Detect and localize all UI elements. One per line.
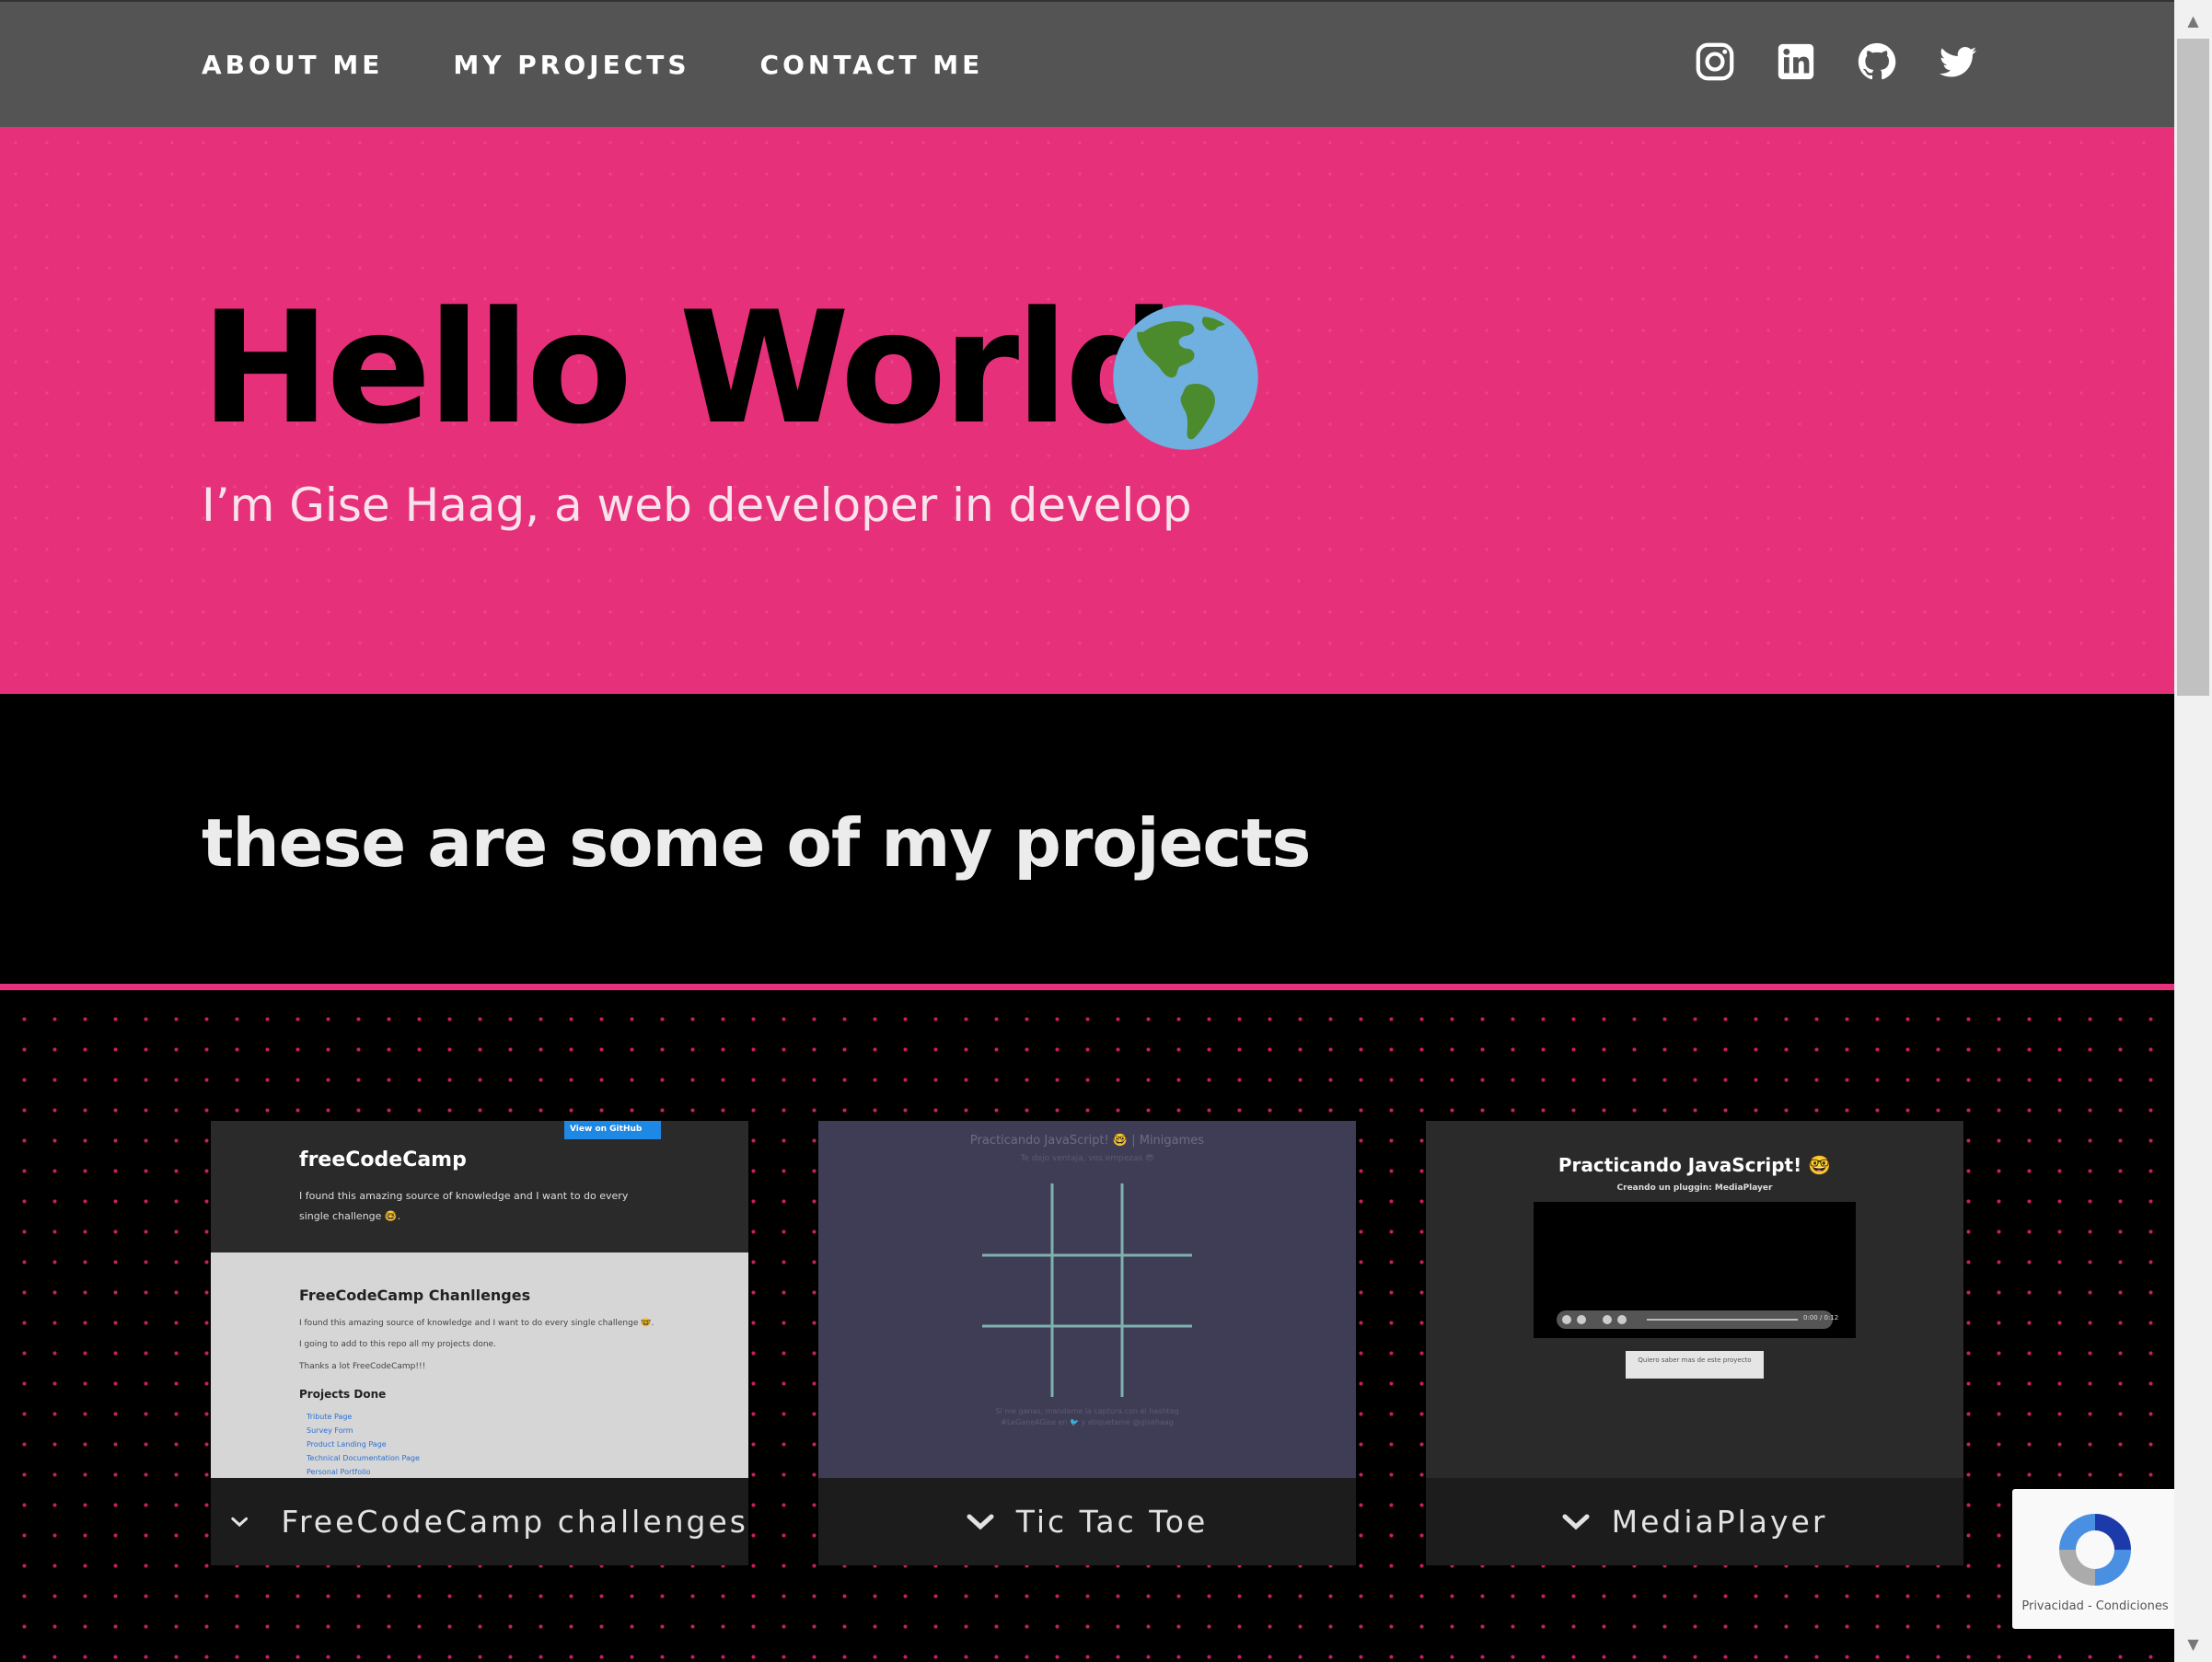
projects-grid: View on GitHub freeCodeCamp I found this… bbox=[0, 997, 2174, 1662]
card-footer: FreeCodeCamp challenges bbox=[211, 1478, 748, 1565]
thumb-paragraph: I found this amazing source of knowledge… bbox=[299, 1319, 654, 1328]
globe-americas-icon bbox=[1113, 305, 1258, 450]
chevron-down-icon[interactable] bbox=[967, 1513, 994, 1531]
portfolio-page: ABOUT ME MY PROJECTS CONTACT ME Hello Wo… bbox=[0, 0, 2212, 1662]
thumb-button: Quiero saber mas de este proyecto bbox=[1626, 1351, 1764, 1379]
video-controls: 0:00 / 0:12 bbox=[1557, 1310, 1838, 1329]
projects-title: these are some of my projects bbox=[202, 804, 1311, 882]
thumb-footer-line: #LeGaneAGise en 🐦 y etiquetame @gisehaag bbox=[1001, 1418, 1174, 1426]
view-on-github-badge: View on GitHub bbox=[564, 1121, 661, 1139]
thumb-paragraph: Thanks a lot FreeCodeCamp!!! bbox=[299, 1362, 426, 1371]
list-item: Personal Portfolio bbox=[307, 1468, 371, 1476]
thumb-description: I found this amazing source of knowledge… bbox=[299, 1190, 629, 1222]
scrollbar[interactable]: ▲ ▼ bbox=[2174, 0, 2212, 1662]
project-card-tic-tac-toe[interactable]: Practicando JavaScript! 🤓 | Minigames Te… bbox=[818, 1121, 1356, 1565]
nav-link-about-me[interactable]: ABOUT ME bbox=[202, 50, 383, 80]
recaptcha-icon bbox=[2059, 1514, 2131, 1586]
thumb-subtitle: Creando un pluggin: MediaPlayer bbox=[1616, 1183, 1773, 1193]
card-footer: MediaPlayer bbox=[1426, 1478, 1963, 1565]
top-nav: ABOUT ME MY PROJECTS CONTACT ME bbox=[0, 0, 2174, 127]
nav-link-my-projects[interactable]: MY PROJECTS bbox=[453, 50, 689, 80]
list-item: Survey Form bbox=[307, 1426, 353, 1435]
thumb-list-heading: Projects Done bbox=[299, 1388, 387, 1401]
forward-icon bbox=[1617, 1315, 1627, 1324]
chevron-down-icon[interactable] bbox=[1562, 1513, 1590, 1531]
scroll-down-icon[interactable]: ▼ bbox=[2174, 1625, 2212, 1662]
twitter-icon[interactable] bbox=[1937, 40, 1979, 83]
tic-tac-toe-board bbox=[982, 1183, 1192, 1397]
social-links bbox=[1694, 40, 1979, 83]
list-item: Technical Documentation Page bbox=[307, 1454, 420, 1462]
projects-header: these are some of my projects bbox=[0, 694, 2174, 990]
thumb-title: freeCodeCamp bbox=[299, 1148, 467, 1171]
chevron-down-icon[interactable] bbox=[231, 1513, 249, 1531]
thumb-footer-line: Si me ganas, mandame la captura con el h… bbox=[995, 1407, 1179, 1415]
thumb-title: Practicando JavaScript! 🤓 bbox=[1558, 1154, 1832, 1176]
thumb-paragraph: I going to add to this repo all my proje… bbox=[299, 1340, 496, 1349]
card-label: Tic Tac Toe bbox=[1015, 1504, 1209, 1540]
project-thumbnail: View on GitHub freeCodeCamp I found this… bbox=[211, 1121, 748, 1478]
project-thumbnail: Practicando JavaScript! 🤓 | Minigames Te… bbox=[818, 1121, 1356, 1478]
thumb-footer: Si me ganas, mandame la captura con el h… bbox=[818, 1406, 1356, 1428]
play-icon bbox=[1562, 1315, 1571, 1324]
scroll-up-icon[interactable]: ▲ bbox=[2174, 2, 2212, 39]
nav-links: ABOUT ME MY PROJECTS CONTACT ME bbox=[202, 50, 983, 80]
linkedin-icon[interactable] bbox=[1775, 40, 1817, 83]
project-card-mediaplayer[interactable]: Practicando JavaScript! 🤓 Creando un plu… bbox=[1426, 1121, 1963, 1565]
recaptcha-badge[interactable]: Privacidad - Condiciones bbox=[2012, 1489, 2178, 1629]
scrollbar-thumb[interactable] bbox=[2177, 39, 2209, 696]
thumb-header: View on GitHub freeCodeCamp I found this… bbox=[211, 1121, 748, 1252]
hero-subtitle: I’m Gise Haag, a web developer in develo… bbox=[202, 479, 1192, 532]
project-thumbnail: Practicando JavaScript! 🤓 Creando un plu… bbox=[1426, 1121, 1963, 1478]
card-footer: Tic Tac Toe bbox=[818, 1478, 1356, 1565]
project-card-freecodecamp[interactable]: View on GitHub freeCodeCamp I found this… bbox=[211, 1121, 748, 1565]
video-time: 0:00 / 0:12 bbox=[1803, 1314, 1839, 1322]
progress-bar bbox=[1647, 1319, 1798, 1321]
thumb-heading: FreeCodeCamp Chanllenges bbox=[299, 1287, 531, 1304]
list-item: Product Landing Page bbox=[307, 1440, 387, 1448]
card-label: MediaPlayer bbox=[1611, 1504, 1828, 1540]
github-icon[interactable] bbox=[1856, 40, 1898, 83]
mute-icon bbox=[1577, 1315, 1586, 1324]
thumb-list: Tribute Page Survey Form Product Landing… bbox=[307, 1410, 420, 1478]
card-label: FreeCodeCamp challenges bbox=[281, 1504, 748, 1540]
hero-section: Hello World I’m Gise Haag, a web develop… bbox=[0, 127, 2174, 694]
nav-link-contact-me[interactable]: CONTACT ME bbox=[760, 50, 984, 80]
rewind-icon bbox=[1603, 1315, 1612, 1324]
instagram-icon[interactable] bbox=[1694, 40, 1736, 83]
recaptcha-links[interactable]: Privacidad - Condiciones bbox=[2012, 1599, 2178, 1613]
video-player: 0:00 / 0:12 bbox=[1534, 1202, 1856, 1338]
thumb-subtitle: Te dejo ventaja, vos empezas 😎 bbox=[1020, 1154, 1154, 1163]
thumb-title: Practicando JavaScript! 🤓 | Minigames bbox=[969, 1134, 1205, 1148]
hero-title: Hello World bbox=[201, 278, 1175, 458]
list-item: Tribute Page bbox=[307, 1413, 353, 1421]
